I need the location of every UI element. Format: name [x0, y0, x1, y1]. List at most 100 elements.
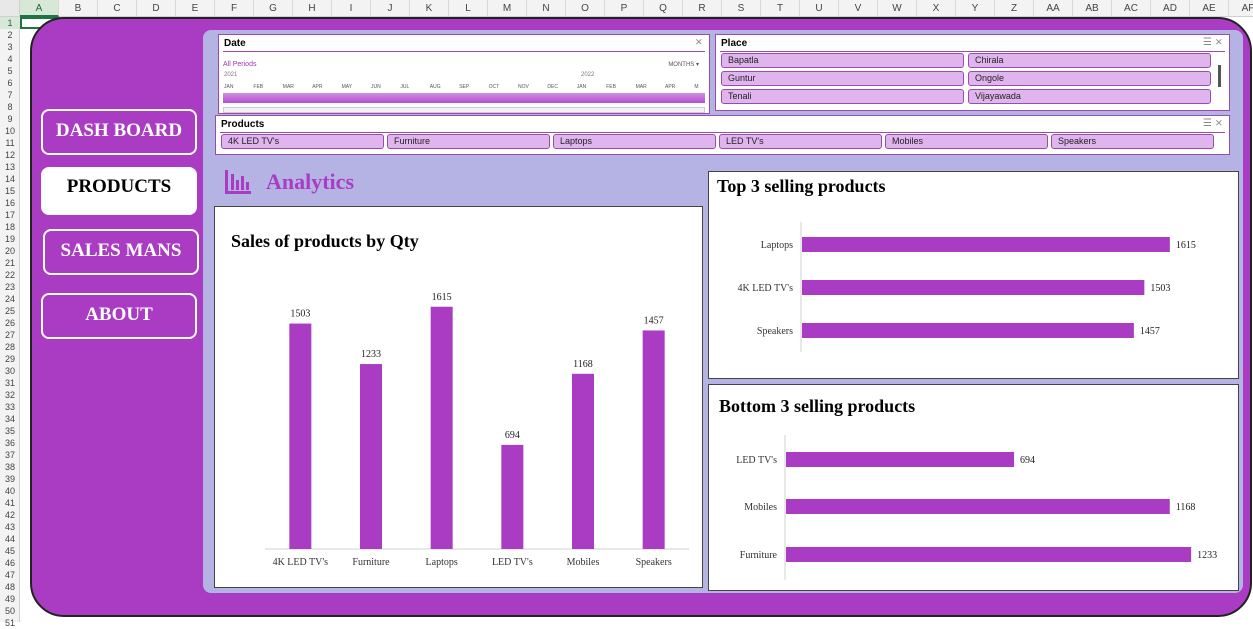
row-header[interactable]: 36 — [0, 437, 20, 449]
column-header[interactable]: O — [566, 0, 605, 17]
row-header[interactable]: 42 — [0, 509, 20, 521]
row-header[interactable]: 18 — [0, 221, 20, 233]
row-header[interactable]: 22 — [0, 269, 20, 281]
row-header[interactable]: 29 — [0, 353, 20, 365]
row-header[interactable]: 39 — [0, 473, 20, 485]
column-header[interactable]: AD — [1151, 0, 1190, 17]
column-header[interactable]: U — [800, 0, 839, 17]
column-header[interactable]: B — [59, 0, 98, 17]
multi-select-icon[interactable]: ☰ ⨯ — [1203, 118, 1223, 129]
place-item-tenali[interactable]: Tenali — [721, 89, 964, 104]
row-header[interactable]: 43 — [0, 521, 20, 533]
row-header[interactable]: 16 — [0, 197, 20, 209]
date-timeline-slicer[interactable]: Date ⨯ All Periods MONTHS ▾ 2021 2022 JA… — [218, 34, 710, 114]
month-label[interactable]: MAY — [342, 84, 352, 90]
month-label[interactable]: JAN — [224, 84, 233, 90]
month-label[interactable]: AUG — [430, 84, 441, 90]
column-header[interactable]: V — [839, 0, 878, 17]
place-slicer-scrollbar[interactable] — [1218, 65, 1221, 87]
timeline-scrollbar[interactable] — [223, 107, 705, 113]
timeline-range-bar[interactable] — [223, 93, 705, 103]
row-header[interactable]: 27 — [0, 329, 20, 341]
nav-about-button[interactable]: ABOUT — [41, 293, 197, 339]
place-slicer[interactable]: Place ☰ ⨯ Bapatla Chirala Guntur Ongole … — [715, 34, 1230, 111]
row-header[interactable]: 7 — [0, 89, 20, 101]
row-header[interactable]: 15 — [0, 185, 20, 197]
product-item-led-tvs[interactable]: LED TV's — [719, 134, 882, 149]
row-header[interactable]: 28 — [0, 341, 20, 353]
column-header[interactable]: AB — [1073, 0, 1112, 17]
place-item-vijayawada[interactable]: Vijayawada — [968, 89, 1211, 104]
products-slicer[interactable]: Products ☰ ⨯ 4K LED TV's Furniture Lapto… — [215, 115, 1230, 155]
row-header[interactable]: 45 — [0, 545, 20, 557]
column-header[interactable]: R — [683, 0, 722, 17]
nav-dashboard-button[interactable]: DASH BOARD — [41, 109, 197, 155]
column-header[interactable]: AE — [1190, 0, 1229, 17]
row-header[interactable]: 9 — [0, 113, 20, 125]
row-header[interactable]: 30 — [0, 365, 20, 377]
month-label[interactable]: OCT — [489, 84, 500, 90]
month-label[interactable]: MAR — [283, 84, 294, 90]
row-header[interactable]: 13 — [0, 161, 20, 173]
column-header[interactable]: AF — [1229, 0, 1253, 17]
column-header[interactable]: Y — [956, 0, 995, 17]
month-label[interactable]: JAN — [577, 84, 586, 90]
product-item-speakers[interactable]: Speakers — [1051, 134, 1214, 149]
row-header[interactable]: 25 — [0, 305, 20, 317]
column-header[interactable]: P — [605, 0, 644, 17]
column-header[interactable]: T — [761, 0, 800, 17]
column-header[interactable]: AC — [1112, 0, 1151, 17]
month-label[interactable]: JUL — [400, 84, 409, 90]
row-header[interactable]: 8 — [0, 101, 20, 113]
row-header[interactable]: 46 — [0, 557, 20, 569]
column-header[interactable]: G — [254, 0, 293, 17]
column-header[interactable]: K — [410, 0, 449, 17]
row-header[interactable]: 24 — [0, 293, 20, 305]
bottom-3-products-chart[interactable]: Bottom 3 selling products 694 LED TV's 116… — [708, 384, 1239, 591]
month-label[interactable]: SEP — [459, 84, 469, 90]
column-header[interactable]: E — [176, 0, 215, 17]
column-header[interactable]: Z — [995, 0, 1034, 17]
column-header[interactable]: W — [878, 0, 917, 17]
column-header[interactable]: H — [293, 0, 332, 17]
product-item-furniture[interactable]: Furniture — [387, 134, 550, 149]
product-item-4k-led-tvs[interactable]: 4K LED TV's — [221, 134, 384, 149]
product-item-laptops[interactable]: Laptops — [553, 134, 716, 149]
month-label[interactable]: APR — [665, 84, 675, 90]
row-header[interactable]: 3 — [0, 41, 20, 53]
row-header[interactable]: 5 — [0, 65, 20, 77]
nav-salesmans-button[interactable]: SALES MANS — [43, 229, 199, 275]
row-header[interactable]: 31 — [0, 377, 20, 389]
column-header[interactable]: A — [20, 0, 59, 17]
month-label[interactable]: FEB — [253, 84, 263, 90]
column-header[interactable]: C — [98, 0, 137, 17]
row-header[interactable]: 1 — [0, 17, 20, 29]
column-header[interactable]: J — [371, 0, 410, 17]
month-label[interactable]: MAR — [636, 84, 647, 90]
month-label[interactable]: FEB — [606, 84, 616, 90]
row-header[interactable]: 37 — [0, 449, 20, 461]
place-item-ongole[interactable]: Ongole — [968, 71, 1211, 86]
top-3-products-chart[interactable]: Top 3 selling products 1615 Laptops 1503 4K… — [708, 171, 1239, 379]
row-header[interactable]: 50 — [0, 605, 20, 617]
nav-products-button[interactable]: PRODUCTS — [41, 167, 197, 215]
row-header[interactable]: 34 — [0, 413, 20, 425]
select-all-corner[interactable] — [0, 0, 20, 17]
column-header[interactable]: X — [917, 0, 956, 17]
row-header[interactable]: 4 — [0, 53, 20, 65]
column-header[interactable]: AA — [1034, 0, 1073, 17]
month-label[interactable]: M — [694, 84, 698, 90]
row-header[interactable]: 21 — [0, 257, 20, 269]
row-header[interactable]: 47 — [0, 569, 20, 581]
place-item-chirala[interactable]: Chirala — [968, 53, 1211, 68]
column-header[interactable]: N — [527, 0, 566, 17]
row-header[interactable]: 44 — [0, 533, 20, 545]
granularity-dropdown[interactable]: MONTHS ▾ — [668, 61, 699, 68]
row-header[interactable]: 51 — [0, 617, 20, 629]
row-header[interactable]: 14 — [0, 173, 20, 185]
multi-select-icon[interactable]: ☰ ⨯ — [1203, 37, 1223, 48]
month-label[interactable]: DEC — [547, 84, 558, 90]
column-header[interactable]: D — [137, 0, 176, 17]
product-item-mobiles[interactable]: Mobiles — [885, 134, 1048, 149]
row-header[interactable]: 33 — [0, 401, 20, 413]
